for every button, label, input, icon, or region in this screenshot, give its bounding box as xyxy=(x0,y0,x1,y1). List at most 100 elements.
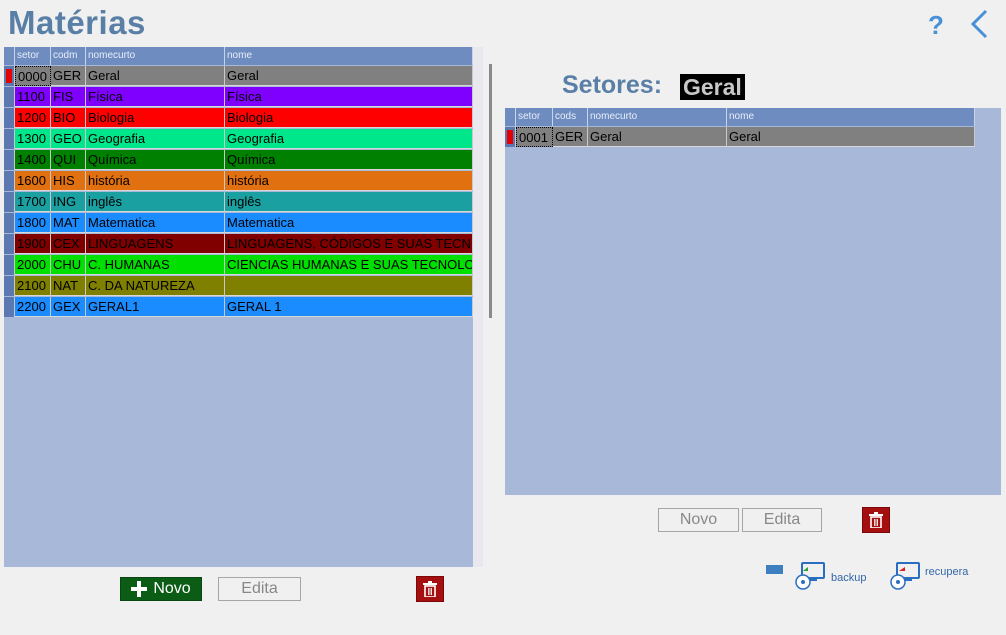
table-row[interactable]: 1200 BIO Biologia Biologia xyxy=(4,108,473,129)
cell-nomecurto[interactable]: Matematica xyxy=(86,213,225,233)
row-indicator[interactable] xyxy=(4,108,15,128)
cell-nomecurto[interactable]: C. HUMANAS xyxy=(86,255,225,275)
small-blue-button[interactable] xyxy=(766,565,783,574)
cell-setor[interactable]: 0000 xyxy=(15,66,51,86)
cell-nomecurto[interactable]: Geral xyxy=(86,66,225,86)
cell-setor[interactable]: 1100 xyxy=(15,87,51,107)
cell-setor[interactable]: 2000 xyxy=(15,255,51,275)
cell-codm[interactable]: CEX xyxy=(51,234,86,254)
table-row[interactable]: 2000 CHU C. HUMANAS CIENCIAS HUMANAS E SUAS… xyxy=(4,255,473,276)
column-header-cods[interactable]: cods xyxy=(553,108,588,126)
cell-nome[interactable]: Geral xyxy=(225,66,473,86)
backup-icon[interactable] xyxy=(794,561,828,591)
column-header-nome[interactable]: nome xyxy=(727,108,975,126)
splitter[interactable] xyxy=(489,64,492,318)
setores-novo-button[interactable]: Novo xyxy=(658,508,739,532)
table-row[interactable]: 1400 QUI Química Química xyxy=(4,150,473,171)
row-indicator[interactable] xyxy=(4,255,15,275)
cell-nome[interactable]: Geografia xyxy=(225,129,473,149)
recupera-icon[interactable] xyxy=(889,561,923,591)
column-header-nomecurto[interactable]: nomecurto xyxy=(588,108,727,126)
cell-nomecurto[interactable]: Química xyxy=(86,150,225,170)
row-indicator[interactable] xyxy=(4,87,15,107)
cell-setor[interactable]: 1400 xyxy=(15,150,51,170)
row-indicator[interactable] xyxy=(505,127,516,147)
help-icon[interactable]: ? xyxy=(928,10,944,41)
cell-codm[interactable]: CHU xyxy=(51,255,86,275)
cell-nomecurto[interactable]: Geografia xyxy=(86,129,225,149)
table-row[interactable]: 1700 ING inglês inglês xyxy=(4,192,473,213)
column-header-nomecurto[interactable]: nomecurto xyxy=(86,47,225,65)
cell-nome[interactable]: LINGUAGENS, CÓDIGOS E SUAS TECN xyxy=(225,234,473,254)
materias-grid[interactable]: setor codm nomecurto nome 0000 GER Geral Ge… xyxy=(4,47,483,567)
cell-nome[interactable]: Biologia xyxy=(225,108,473,128)
table-row[interactable]: 2200 GEX GERAL1 GERAL 1 xyxy=(4,297,473,318)
row-indicator[interactable] xyxy=(4,213,15,233)
backup-label[interactable]: backup xyxy=(831,572,866,584)
column-header-nome[interactable]: nome xyxy=(225,47,473,65)
cell-setor[interactable]: 1200 xyxy=(15,108,51,128)
cell-codm[interactable]: QUI xyxy=(51,150,86,170)
table-row[interactable]: 1900 CEX LINGUAGENS LINGUAGENS, CÓDIGOS E S… xyxy=(4,234,473,255)
column-header-setor[interactable]: setor xyxy=(516,108,553,126)
cell-nome[interactable]: GERAL 1 xyxy=(225,297,473,317)
materias-delete-button[interactable] xyxy=(416,576,444,602)
row-indicator[interactable] xyxy=(4,150,15,170)
cell-nomecurto[interactable]: Biologia xyxy=(86,108,225,128)
table-row[interactable]: 2100 NAT C. DA NATUREZA xyxy=(4,276,473,297)
cell-nomecurto[interactable]: GERAL1 xyxy=(86,297,225,317)
cell-nome[interactable]: Geral xyxy=(727,127,975,147)
setores-edita-button[interactable]: Edita xyxy=(742,508,822,532)
recupera-label[interactable]: recupera xyxy=(925,566,968,578)
cell-setor[interactable]: 1600 xyxy=(15,171,51,191)
row-indicator[interactable] xyxy=(4,297,15,317)
cell-codm[interactable]: GEX xyxy=(51,297,86,317)
cell-codm[interactable]: BIO xyxy=(51,108,86,128)
column-header-codm[interactable]: codm xyxy=(51,47,86,65)
table-row[interactable]: 0001 GER Geral Geral xyxy=(505,127,975,148)
materias-edita-button[interactable]: Edita xyxy=(218,577,301,601)
cell-nome[interactable]: Química xyxy=(225,150,473,170)
column-header-setor[interactable]: setor xyxy=(15,47,51,65)
cell-nome[interactable]: história xyxy=(225,171,473,191)
row-indicator[interactable] xyxy=(4,276,15,296)
table-row[interactable]: 1600 HIS história história xyxy=(4,171,473,192)
row-indicator[interactable] xyxy=(4,66,15,86)
cell-nome[interactable]: inglês xyxy=(225,192,473,212)
setores-grid[interactable]: setor cods nomecurto nome 0001 GER Geral Ge… xyxy=(505,108,1001,495)
cell-codm[interactable]: GER xyxy=(51,66,86,86)
cell-nomecurto[interactable]: C. DA NATUREZA xyxy=(86,276,225,296)
cell-nomecurto[interactable]: Geral xyxy=(588,127,727,147)
cell-nome[interactable]: Matematica xyxy=(225,213,473,233)
materias-novo-button[interactable]: Novo xyxy=(120,577,202,601)
back-chevron-icon[interactable] xyxy=(967,8,993,40)
table-row[interactable]: 1800 MAT Matematica Matematica xyxy=(4,213,473,234)
cell-nomecurto[interactable]: Física xyxy=(86,87,225,107)
row-indicator[interactable] xyxy=(4,234,15,254)
cell-codm[interactable]: NAT xyxy=(51,276,86,296)
table-row[interactable]: 1300 GEO Geografia Geografia xyxy=(4,129,473,150)
cell-cods[interactable]: GER xyxy=(553,127,588,147)
row-indicator[interactable] xyxy=(4,129,15,149)
cell-setor[interactable]: 1900 xyxy=(15,234,51,254)
cell-nomecurto[interactable]: história xyxy=(86,171,225,191)
cell-nome[interactable]: CIENCIAS HUMANAS E SUAS TECNOLO xyxy=(225,255,473,275)
cell-setor[interactable]: 2200 xyxy=(15,297,51,317)
table-row[interactable]: 0000 GER Geral Geral xyxy=(4,66,473,87)
cell-nomecurto[interactable]: inglês xyxy=(86,192,225,212)
setores-delete-button[interactable] xyxy=(862,507,890,533)
cell-setor[interactable]: 1300 xyxy=(15,129,51,149)
cell-setor[interactable]: 1800 xyxy=(15,213,51,233)
row-indicator[interactable] xyxy=(4,171,15,191)
cell-codm[interactable]: GEO xyxy=(51,129,86,149)
table-row[interactable]: 1100 FIS Física Física xyxy=(4,87,473,108)
cell-codm[interactable]: ING xyxy=(51,192,86,212)
cell-setor[interactable]: 2100 xyxy=(15,276,51,296)
cell-nome[interactable] xyxy=(225,276,473,296)
cell-codm[interactable]: FIS xyxy=(51,87,86,107)
row-indicator[interactable] xyxy=(4,192,15,212)
cell-codm[interactable]: HIS xyxy=(51,171,86,191)
cell-setor[interactable]: 0001 xyxy=(516,127,553,147)
cell-nome[interactable]: Física xyxy=(225,87,473,107)
cell-setor[interactable]: 1700 xyxy=(15,192,51,212)
